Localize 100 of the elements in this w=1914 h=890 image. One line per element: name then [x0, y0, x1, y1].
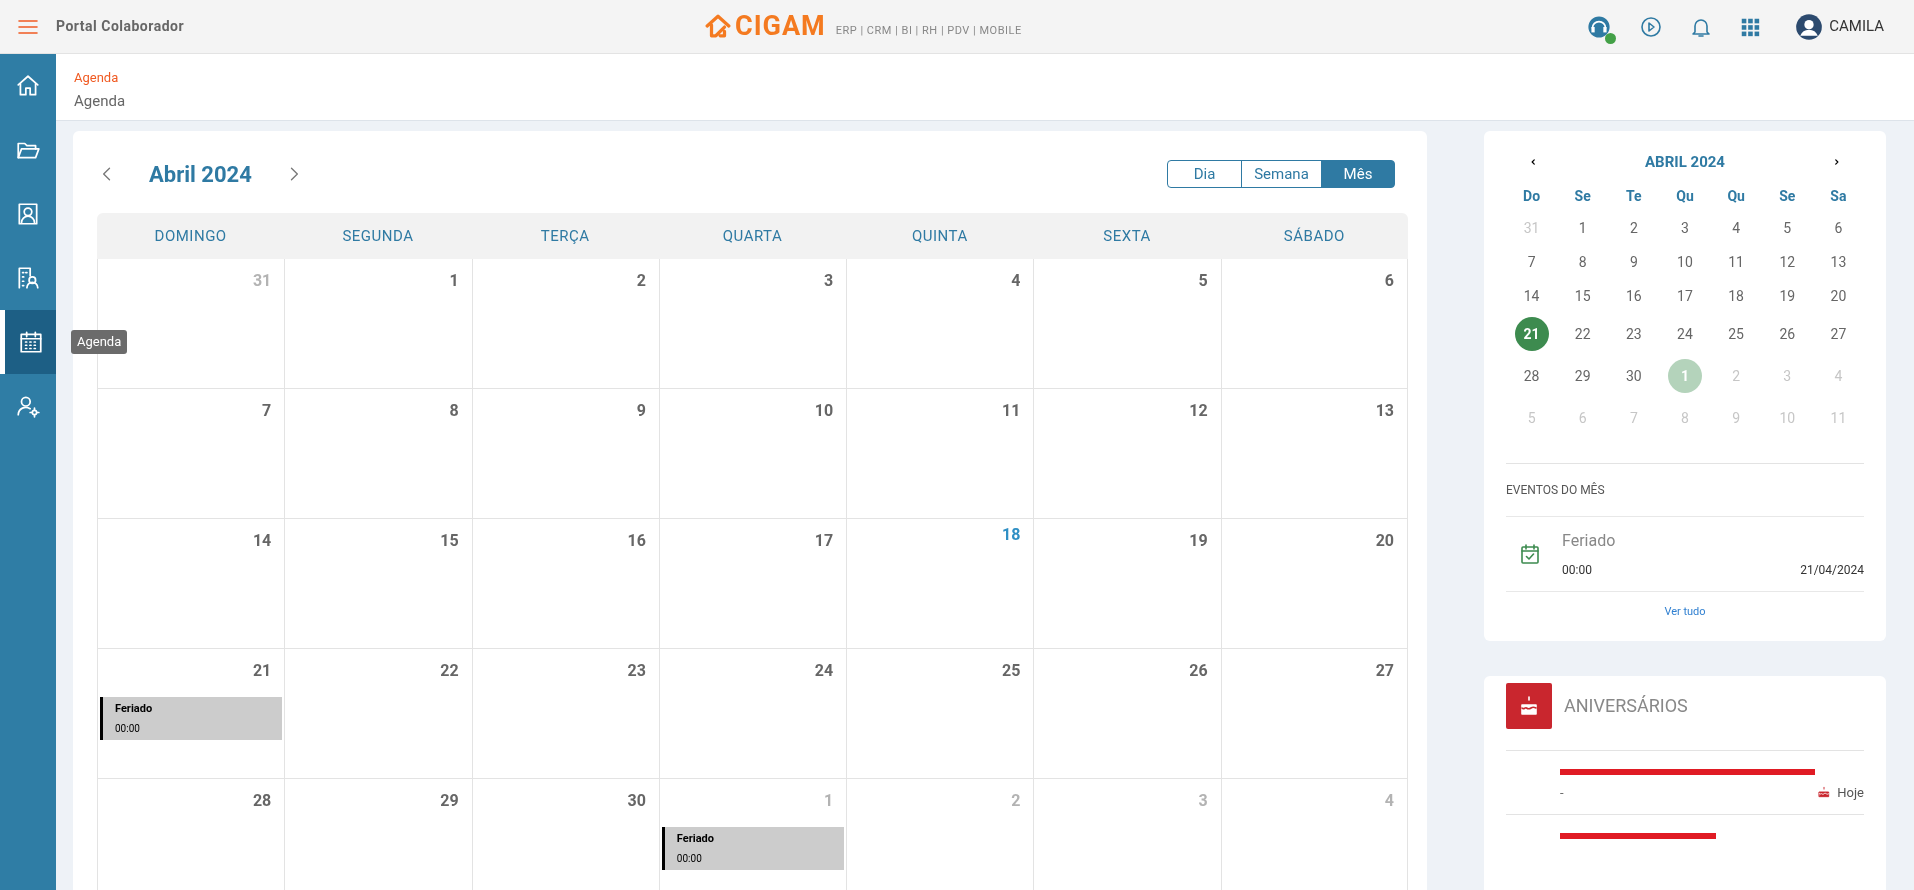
calendar-day[interactable]: 30 — [1625, 365, 1642, 387]
weekday-label: SÁBADO — [1283, 225, 1345, 247]
birthday-item[interactable]: - Hoje — [1506, 749, 1864, 814]
day-number: 17 — [814, 530, 835, 552]
day-number: 26 — [1189, 660, 1209, 682]
tooltip: Agenda — [71, 330, 128, 354]
day-number: 25 — [1002, 660, 1022, 682]
event-time: 00:00 — [676, 851, 703, 866]
day-number: 24 — [814, 660, 835, 682]
building-person-icon[interactable] — [15, 265, 41, 291]
avatar-icon[interactable] — [1795, 12, 1824, 41]
calendar-day[interactable]: 25 — [1728, 323, 1744, 345]
calendar-day[interactable]: 27 — [1830, 323, 1847, 345]
event-title: Feriado — [115, 701, 154, 717]
home-icon[interactable] — [15, 73, 41, 99]
day-number: 22 — [440, 660, 460, 682]
event-item[interactable]: Feriado 00:00 21/04/2024 — [1506, 517, 1864, 592]
weekday-label: Qu — [1676, 186, 1694, 206]
day-number: 1 — [823, 790, 835, 812]
calendar-day[interactable]: 10 — [1677, 251, 1693, 273]
event-chip[interactable]: Feriado 00:00 — [661, 827, 845, 870]
event-time: 00:00 — [1562, 562, 1592, 579]
calendar-day[interactable]: 24 — [1677, 323, 1693, 345]
calendar-day[interactable]: 12 — [1779, 251, 1796, 273]
event-chip[interactable]: Feriado 00:00 — [100, 697, 283, 740]
play-button[interactable] — [1639, 14, 1664, 39]
calendar-day[interactable]: 21 — [1514, 317, 1549, 351]
app-title: Portal Colaborador — [56, 17, 185, 36]
calendar-day[interactable]: 3 — [1681, 217, 1689, 239]
user-menu[interactable]: CAMILA — [1795, 12, 1884, 41]
calendar-day[interactable]: 29 — [1574, 365, 1591, 387]
weekday-label: Se — [1574, 186, 1591, 206]
section-heading: EVENTOS DO MÊS — [1506, 464, 1864, 517]
month-title: Abril 2024 — [149, 160, 252, 189]
calendar-day[interactable]: 5 — [1783, 217, 1792, 239]
calendar-day[interactable]: 7 — [1527, 251, 1536, 273]
weekday-label: Do — [1523, 186, 1541, 206]
weekday-label: SEXTA — [1103, 225, 1151, 247]
calendar-day[interactable]: 18 — [1728, 285, 1744, 307]
brand-name: CIGAM — [735, 12, 826, 40]
calendar-day[interactable]: 28 — [1523, 365, 1540, 387]
day-number: 5 — [1198, 270, 1209, 292]
view-tab[interactable]: Mês — [1321, 160, 1395, 188]
calendar-day[interactable]: 4 — [1732, 217, 1741, 239]
weekday-label: QUARTA — [722, 225, 783, 247]
day-number: 12 — [1189, 400, 1209, 422]
event-time: 00:00 — [115, 721, 141, 736]
view-tab[interactable]: Dia — [1167, 160, 1242, 188]
day-number: 6 — [1384, 270, 1395, 292]
day-number: 28 — [252, 790, 273, 812]
day-number: 15 — [440, 530, 460, 552]
event-date: 21/04/2024 — [1800, 562, 1864, 579]
day-number: 9 — [636, 400, 647, 422]
day-number: 31 — [252, 270, 273, 292]
calendar-icon[interactable] — [17, 329, 44, 355]
weekday-label: Se — [1779, 186, 1796, 206]
weekday-label: DOMINGO — [154, 225, 227, 247]
day-number: 4 — [1011, 270, 1022, 292]
day-number: 3 — [823, 270, 835, 292]
calendar-day[interactable]: 6 — [1834, 217, 1843, 239]
calendar-day[interactable]: 26 — [1779, 323, 1796, 345]
calendar-day[interactable]: 14 — [1523, 285, 1540, 307]
calendar-day[interactable]: 22 — [1574, 323, 1591, 345]
day-number: 10 — [814, 400, 835, 422]
weekday-label: Qu — [1727, 186, 1745, 206]
calendar-day[interactable]: 15 — [1574, 285, 1591, 307]
calendar-day[interactable]: 8 — [1578, 251, 1587, 273]
mini-month-title: ABRIL 2024 — [1645, 151, 1725, 173]
day-number: 27 — [1375, 660, 1395, 682]
birthday-detail: - — [1560, 783, 1564, 802]
calendar-day[interactable]: 17 — [1677, 285, 1693, 307]
calendar-day[interactable]: 1 — [1578, 217, 1587, 239]
calendar-day[interactable]: 19 — [1779, 285, 1796, 307]
event-title: Feriado — [676, 831, 715, 847]
calendar-day[interactable]: 23 — [1625, 323, 1642, 345]
day-number: 2 — [636, 270, 647, 292]
house-logo-icon — [705, 13, 731, 39]
day-number: 18 — [1002, 524, 1022, 546]
day-number: 1 — [449, 270, 460, 292]
day-number: 13 — [1375, 400, 1395, 422]
page-title: Agenda — [74, 92, 127, 110]
calendar-check-icon — [1518, 542, 1542, 566]
view-all-link[interactable]: Ver tudo — [1664, 604, 1706, 621]
weekday-label: TERÇA — [540, 225, 590, 247]
birthday-when: Hoje — [1837, 783, 1864, 802]
calendar-day[interactable]: 13 — [1830, 251, 1847, 273]
calendar-day[interactable]: 20 — [1830, 285, 1847, 307]
breadcrumb-link[interactable]: Agenda — [74, 70, 1896, 86]
calendar-day[interactable]: 9 — [1629, 251, 1638, 273]
weekday-label: Te — [1626, 186, 1642, 206]
calendar-day[interactable]: 16 — [1625, 285, 1642, 307]
day-number: 30 — [627, 790, 647, 812]
weekday-label: QUINTA — [911, 225, 968, 247]
event-title: Feriado — [1562, 530, 1617, 552]
day-number: 2 — [1011, 790, 1022, 812]
calendar-day[interactable]: 11 — [1728, 251, 1744, 273]
contact-card-icon[interactable] — [15, 201, 41, 227]
calendar-day[interactable]: 2 — [1629, 217, 1638, 239]
day-number: 16 — [627, 530, 647, 552]
view-tab[interactable]: Semana — [1241, 160, 1322, 188]
